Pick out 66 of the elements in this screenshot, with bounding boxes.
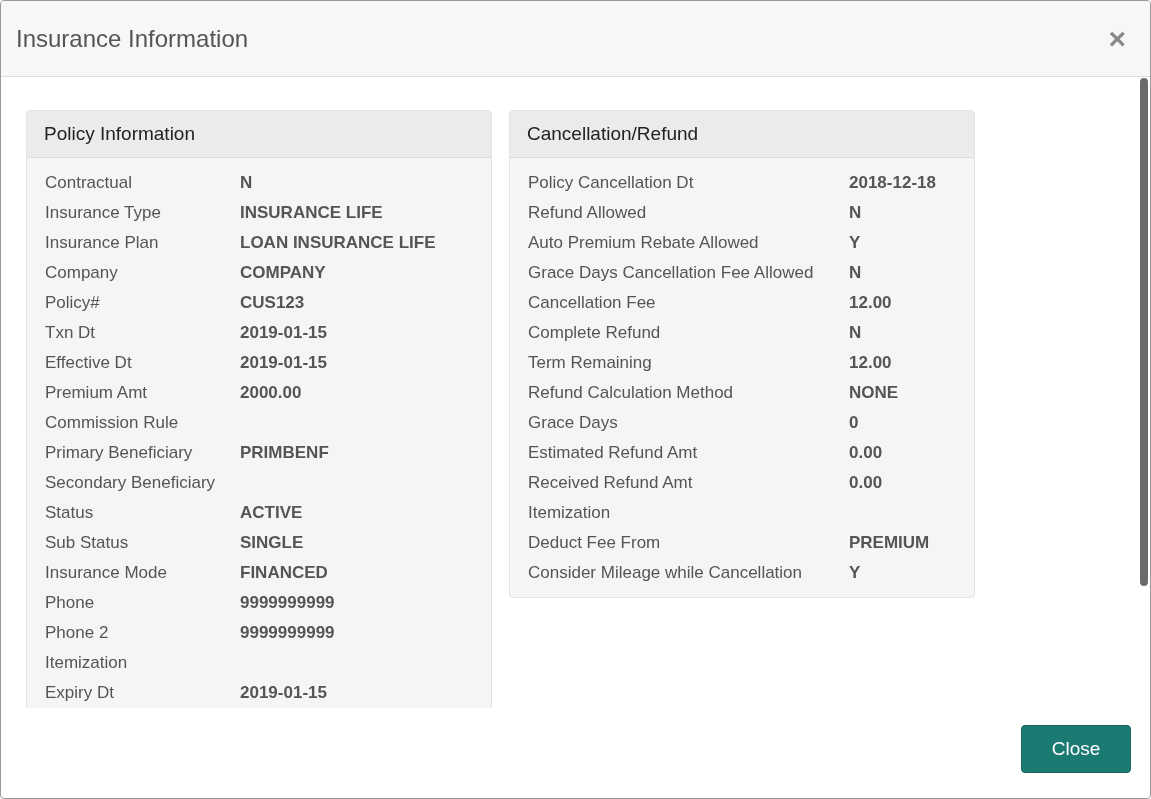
scrollbar[interactable] (1140, 78, 1148, 586)
field-value: LOAN INSURANCE LIFE (240, 233, 436, 253)
field-label: Commission Rule (45, 413, 180, 433)
field-label: Itemization (528, 503, 612, 523)
field-label: Term Remaining (528, 353, 653, 373)
field-label: Phone (45, 593, 96, 613)
field-value: CUS123 (240, 293, 305, 313)
field-label: Auto Premium Rebate Allowed (528, 233, 760, 253)
field-label: Company (45, 263, 119, 283)
field-label: Refund Calculation Method (528, 383, 735, 403)
close-button[interactable]: × (1104, 23, 1130, 54)
field-value: 9999999999 (240, 623, 335, 643)
field-label: Status (45, 503, 95, 523)
panel-title: Cancellation/Refund (527, 123, 699, 145)
field-label: Complete Refund (528, 323, 662, 343)
field-label: Txn Dt (45, 323, 97, 343)
field-label: Effective Dt (45, 353, 133, 373)
field-label: Contractual (45, 173, 133, 193)
field-value: PRIMBENF (240, 443, 329, 463)
field-value: 2019-01-15 (240, 683, 327, 703)
field-label: Insurance Mode (45, 563, 168, 583)
field-label: Estimated Refund Amt (528, 443, 699, 463)
close-button[interactable]: Close (1021, 725, 1131, 773)
field-value: 2000.00 (240, 383, 302, 403)
field-label: Primary Beneficiary (45, 443, 194, 463)
field-label: Consider Mileage while Cancellation (528, 563, 804, 583)
field-label: Policy# (45, 293, 101, 313)
field-value: N (849, 323, 862, 343)
field-label: Insurance Type (45, 203, 162, 223)
field-value: ACTIVE (240, 503, 303, 523)
field-label: Premium Amt (45, 383, 149, 403)
field-value: 2019-01-15 (240, 323, 327, 343)
field-value: N (849, 203, 862, 223)
field-value: N (849, 263, 862, 283)
field-value: PREMIUM (849, 533, 930, 553)
field-label: Expiry Dt (45, 683, 115, 703)
field-label: Grace Days Cancellation Fee Allowed (528, 263, 815, 283)
field-value: 2018-12-18 (849, 173, 936, 193)
field-label: Received Refund Amt (528, 473, 694, 493)
field-value: Y (849, 233, 861, 253)
field-value: 9999999999 (240, 593, 335, 613)
field-value: 0.00 (849, 473, 883, 493)
field-value: 0 (849, 413, 859, 433)
field-value: COMPANY (240, 263, 326, 283)
field-value: SINGLE (240, 533, 304, 553)
field-value: INSURANCE LIFE (240, 203, 383, 223)
field-value: NONE (849, 383, 899, 403)
field-label: Itemization (45, 653, 129, 673)
field-value: N (240, 173, 253, 193)
field-label: Cancellation Fee (528, 293, 657, 313)
field-label: Sub Status (45, 533, 130, 553)
field-value: 2019-01-15 (240, 353, 327, 373)
field-label: Phone 2 (45, 623, 110, 643)
field-value: 0.00 (849, 443, 883, 463)
field-value: 12.00 (849, 293, 892, 313)
field-value: Y (849, 563, 861, 583)
field-value: FINANCED (240, 563, 328, 583)
dialog-title: Insurance Information (16, 24, 249, 53)
field-value: 12.00 (849, 353, 892, 373)
field-label: Grace Days (528, 413, 619, 433)
field-label: Policy Cancellation Dt (528, 173, 695, 193)
field-label: Deduct Fee From (528, 533, 662, 553)
panel-title: Policy Information (44, 123, 195, 145)
field-label: Secondary Beneficiary (45, 473, 217, 493)
field-label: Refund Allowed (528, 203, 648, 223)
field-label: Insurance Plan (45, 233, 160, 253)
